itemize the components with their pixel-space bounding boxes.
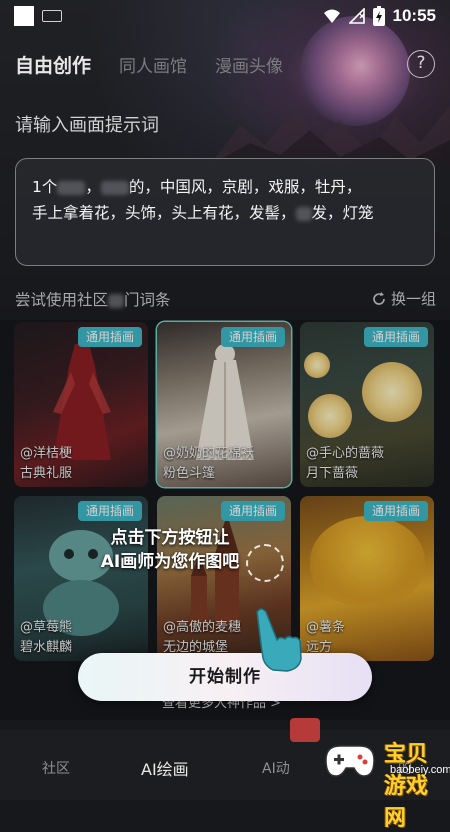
app-notification-icon: [14, 6, 34, 26]
watermark-url: baobeiy.com: [390, 764, 450, 776]
nav-ai-anim[interactable]: AI动: [262, 758, 290, 778]
gamepad-logo-icon: [325, 745, 375, 777]
prompt-input[interactable]: 1个，的，中国风，京剧，戏服，牡丹， 手上拿着花，头饰，头上有花，发髻， 发，灯笼: [15, 158, 435, 266]
keyboard-icon: [42, 10, 62, 22]
dashed-ring-icon: [246, 544, 284, 582]
top-tabs: 自由创作 同人画馆 漫画头像: [15, 48, 283, 80]
nav-thumbnail: [290, 718, 320, 742]
badge: 通用插画: [220, 501, 285, 521]
prompt-card[interactable]: 通用插画 @薯条 远方: [300, 496, 434, 661]
wifi-icon: [323, 9, 340, 23]
watermark: 宝贝游戏网 baobeiy.com: [320, 730, 450, 831]
prompt-text: 1个: [32, 178, 58, 196]
tab-fan-gallery[interactable]: 同人画馆: [119, 52, 187, 77]
refresh-button[interactable]: 换一组: [372, 288, 436, 309]
card-title: 古典礼服: [20, 466, 73, 481]
status-right: 10:55: [323, 4, 436, 28]
signal-icon: [348, 8, 365, 24]
badge: 通用插画: [363, 327, 428, 347]
tutorial-tip-line: 点击下方按钮让: [110, 528, 230, 548]
card-title: 碧水麒麟: [20, 640, 73, 655]
battery-icon: [372, 6, 385, 26]
card-author: @奶奶的花棉袄: [163, 446, 255, 461]
status-time: 10:55: [392, 6, 436, 25]
card-title: 月下蔷薇: [306, 466, 359, 481]
prompt-card[interactable]: 通用插画 @奶奶的花棉袄 粉色斗篷: [157, 322, 291, 487]
card-author: @洋桔梗: [20, 446, 73, 461]
badge: 通用插画: [220, 327, 285, 347]
watermark-text: 宝贝游戏网: [384, 742, 429, 831]
rose-art: [362, 362, 422, 422]
prompt-card[interactable]: 通用插画 @手心的蔷薇 月下蔷薇: [300, 322, 434, 487]
refresh-icon: [373, 291, 385, 305]
prompt-card[interactable]: 通用插画 @洋桔梗 古典礼服: [14, 322, 148, 487]
prompt-text: 手上拿着花，头饰，头上有花，发髻，: [32, 204, 296, 222]
rose-art: [304, 352, 330, 378]
card-author: @高傲的麦穗: [163, 620, 242, 635]
help-icon[interactable]: ?: [407, 50, 435, 78]
refresh-label: 换一组: [391, 290, 437, 308]
tree-art: [310, 516, 425, 606]
card-author: @手心的蔷薇: [306, 446, 385, 461]
nav-ai-painting[interactable]: AI绘画: [141, 756, 189, 780]
mountain-art: [210, 105, 450, 165]
suggest-title: 尝试使用社区 门词条: [15, 288, 171, 310]
redacted-text: [100, 180, 129, 195]
redacted-text: [295, 206, 312, 221]
nav-community[interactable]: 社区: [42, 758, 70, 778]
card-author: @薯条: [306, 620, 346, 635]
rose-art: [308, 394, 352, 438]
prompt-title: 请输入画面提示词: [15, 115, 159, 136]
suggest-title-text: 尝试使用社区: [15, 291, 109, 309]
card-title: 粉色斗篷: [163, 466, 216, 481]
badge: 通用插画: [77, 327, 142, 347]
status-bar: 10:55: [0, 0, 450, 32]
tab-free-create[interactable]: 自由创作: [15, 51, 91, 78]
redacted-text: [108, 293, 125, 308]
start-button[interactable]: 开始制作: [78, 653, 372, 701]
badge: 通用插画: [77, 501, 142, 521]
pointing-hand-icon: [256, 608, 302, 674]
prompt-text: 的，中国风，京剧，戏服，牡丹，: [128, 178, 362, 196]
tab-comic-avatar[interactable]: 漫画头像: [215, 52, 283, 77]
prompt-card[interactable]: 通用插画 @草莓熊 碧水麒麟: [14, 496, 148, 661]
badge: 通用插画: [363, 501, 428, 521]
prompt-text: 发，灯笼: [311, 204, 374, 222]
suggest-title-text: 门词条: [124, 291, 171, 309]
redacted-text: [57, 180, 86, 195]
card-author: @草莓熊: [20, 620, 73, 635]
